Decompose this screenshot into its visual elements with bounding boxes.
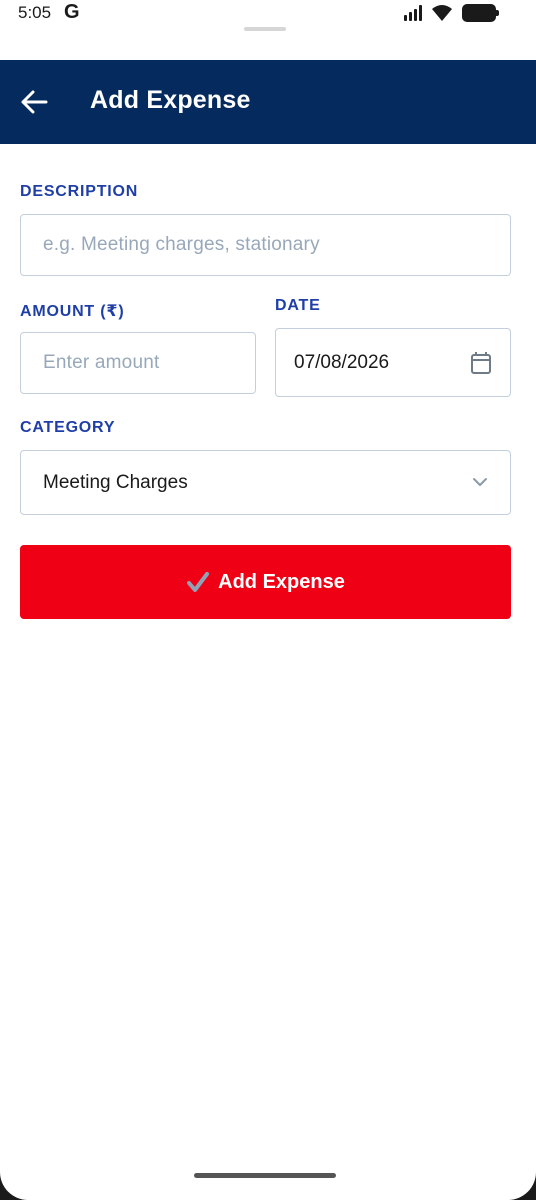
battery-icon [462,4,499,22]
calendar-icon[interactable] [470,351,492,375]
amount-field[interactable]: Enter amount [20,332,256,394]
description-field[interactable]: e.g. Meeting charges, stationary [20,214,511,276]
category-select[interactable]: Meeting Charges [20,450,511,515]
wifi-icon [432,5,452,21]
status-bar: 5:05 G [0,0,536,60]
amount-placeholder: Enter amount [43,352,160,373]
page-title: Add Expense [90,86,251,114]
sheet-handle[interactable] [244,27,286,31]
description-placeholder: e.g. Meeting charges, stationary [43,234,320,255]
signal-icon [404,5,422,21]
arrow-left-icon [21,90,48,114]
check-icon [186,571,210,593]
description-label: DESCRIPTION [20,183,139,200]
app-bar: Add Expense [0,60,536,144]
amount-label: AMOUNT (₹) [20,303,125,320]
add-expense-label: Add Expense [218,570,345,593]
date-field[interactable]: 07/08/2026 [275,328,511,397]
home-indicator[interactable] [194,1173,336,1178]
screen: 5:05 G Add Expense DESCRIPTION e.g. Meet… [0,0,536,1200]
category-label: CATEGORY [20,419,116,436]
chevron-down-icon [473,478,487,486]
google-icon: G [64,1,80,23]
status-time: 5:05 [18,3,52,22]
date-label: DATE [275,297,321,314]
category-value: Meeting Charges [43,471,188,493]
date-value: 07/08/2026 [294,351,390,373]
status-icons [404,2,499,24]
back-button[interactable] [14,82,54,122]
add-expense-button[interactable]: Add Expense [20,545,511,619]
